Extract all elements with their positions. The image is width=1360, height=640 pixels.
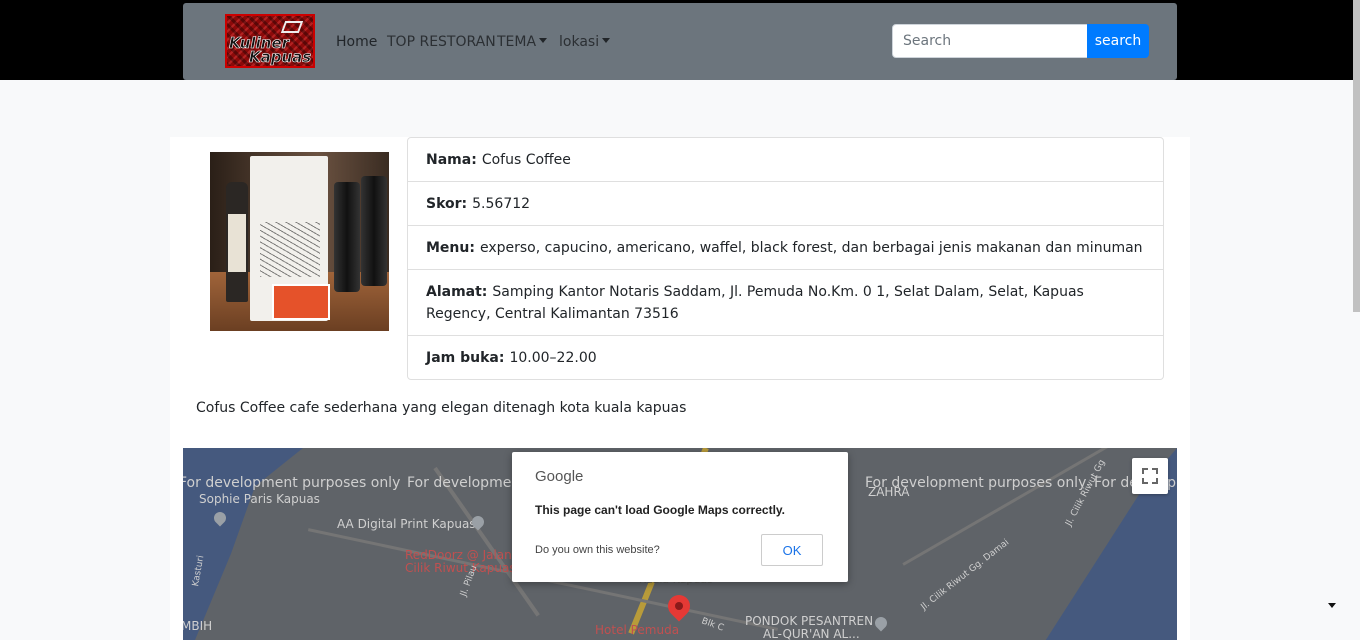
search-input[interactable] [892, 24, 1088, 58]
field-value-skor: 5.56712 [472, 195, 531, 212]
field-value-alamat: Samping Kantor Notaris Saddam, Jl. Pemud… [426, 284, 1084, 322]
field-value-menu: experso, capucino, americano, waffel, bl… [479, 239, 1143, 256]
restaurant-card: Nama: Cofus Coffee Skor: 5.56712 Menu: e… [170, 137, 1190, 640]
nav-lokasi-label: lokasi [559, 34, 600, 50]
map-label-zahra: ZAHRA [868, 485, 910, 499]
field-label: Menu: [426, 239, 475, 256]
info-row-skor: Skor: 5.56712 [408, 182, 1163, 226]
restaurant-info-list: Nama: Cofus Coffee Skor: 5.56712 Menu: e… [407, 137, 1164, 380]
own-website-link[interactable]: Do you own this website? [535, 544, 660, 556]
field-label: Nama: [426, 151, 477, 168]
dev-watermark: For development purposes only [183, 475, 401, 491]
site-logo[interactable]: Kuliner Kapuas [225, 14, 315, 68]
map-label-aa-print: AA Digital Print Kapuas [337, 517, 476, 531]
map-label-pondok-1: PONDOK PESANTREN [745, 614, 874, 628]
search-button[interactable]: search [1087, 24, 1149, 58]
google-logo: Google [535, 468, 584, 485]
map-label-hotel: Hotel Pemuda [595, 623, 680, 637]
navbar: Kuliner Kapuas Home TOP RESTORAN TEMA lo… [183, 3, 1177, 80]
nav-tema-dropdown[interactable]: TEMA [497, 34, 548, 50]
nav-tema-label: TEMA [497, 34, 537, 50]
field-label: Skor: [426, 195, 468, 212]
info-row-menu: Menu: experso, capucino, americano, waff… [408, 226, 1163, 270]
map-label-pondok-2: AL-QUR'AN AL... [763, 627, 860, 640]
field-label: Jam buka: [426, 349, 505, 366]
logo-text-line2: Kapuas [249, 48, 312, 66]
google-map[interactable]: For development purposes only For develo… [183, 448, 1177, 640]
field-value-nama: Cofus Coffee [481, 151, 571, 168]
map-label-mbih: MBIH [183, 619, 213, 633]
chevron-down-icon [539, 38, 548, 43]
restaurant-photo [210, 152, 389, 331]
map-label-reddoorz-1: RedDoorz @ Jalan [405, 548, 512, 562]
scroll-down-arrow-icon[interactable] [1328, 603, 1336, 608]
maps-error-dialog: Google This page can't load Google Maps … [512, 452, 848, 582]
location-marker-icon[interactable] [663, 590, 695, 622]
nav-top-restoran[interactable]: TOP RESTORAN [387, 34, 496, 50]
map-label-reddoorz-2: Cilik Riwut Kapuas [405, 561, 516, 575]
map-label-sophie: Sophie Paris Kapuas [199, 492, 320, 506]
scrollbar-thumb[interactable] [1353, 0, 1360, 312]
nav-home[interactable]: Home [336, 34, 377, 50]
fullscreen-icon [1142, 468, 1148, 474]
chevron-down-icon [602, 38, 611, 43]
nav-lokasi-dropdown[interactable]: lokasi [559, 34, 611, 50]
field-value-jam-buka: 10.00–22.00 [509, 349, 597, 366]
info-row-jam-buka: Jam buka: 10.00–22.00 [408, 336, 1163, 379]
info-row-alamat: Alamat: Samping Kantor Notaris Saddam, Jl… [408, 270, 1163, 336]
ok-button[interactable]: OK [761, 534, 823, 566]
info-row-nama: Nama: Cofus Coffee [408, 138, 1163, 182]
map-pin-icon [872, 614, 890, 632]
field-label: Alamat: [426, 284, 488, 300]
restaurant-description: Cofus Coffee cafe sederhana yang elegan … [196, 400, 687, 416]
maps-error-message: This page can't load Google Maps correct… [535, 503, 786, 517]
fullscreen-button[interactable] [1132, 458, 1168, 494]
